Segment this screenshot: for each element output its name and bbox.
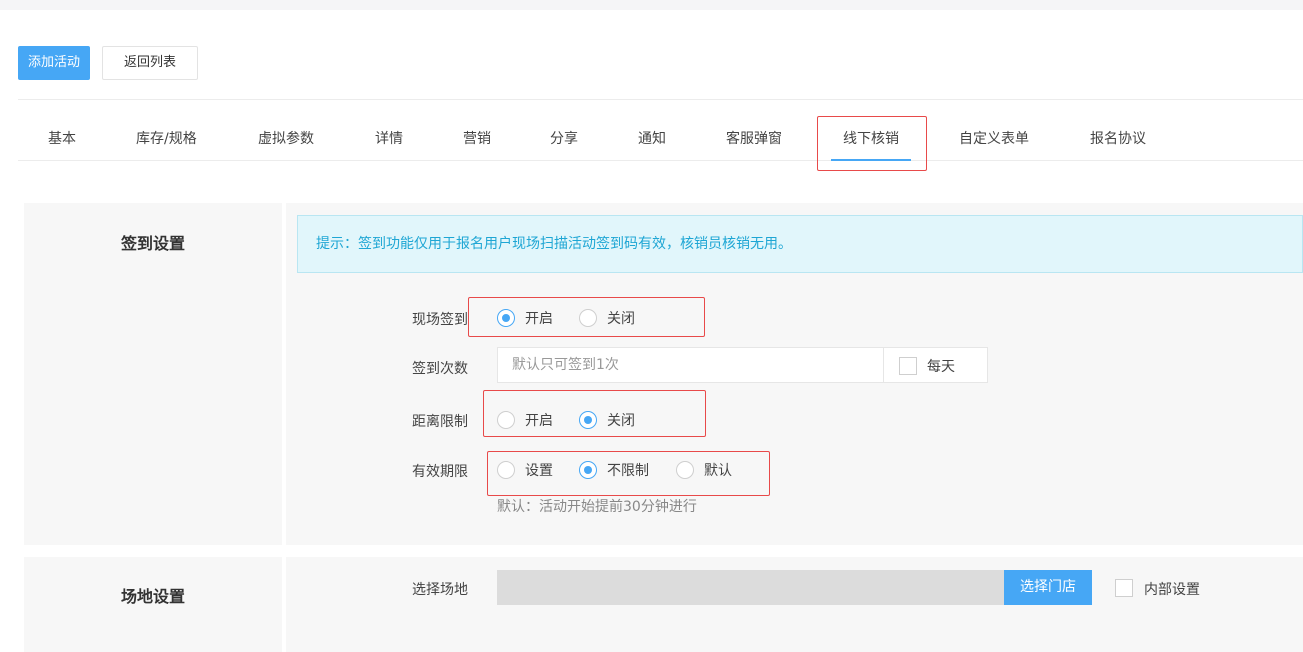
tab-agreement[interactable]: 报名协议 — [1090, 118, 1146, 160]
top-bar — [0, 0, 1303, 10]
venue-input[interactable] — [497, 570, 1005, 605]
distance-limit-label: 距离限制 — [412, 414, 468, 430]
tab-stock-spec[interactable]: 库存/规格 — [136, 118, 197, 160]
tab-notify[interactable]: 通知 — [638, 118, 666, 160]
tab-virtual-params[interactable]: 虚拟参数 — [258, 118, 314, 160]
checkin-tip: 提示：签到功能仅用于报名用户现场扫描活动签到码有效，核销员核销无用。 — [297, 215, 1303, 273]
tab-marketing[interactable]: 营销 — [463, 118, 491, 160]
active-tab-highlight — [817, 116, 927, 171]
checkin-count-input[interactable]: 默认只可签到1次 — [497, 347, 884, 383]
onsite-checkin-label: 现场签到 — [412, 312, 468, 328]
select-venue-label: 选择场地 — [412, 582, 468, 598]
tab-service-popup[interactable]: 客服弹窗 — [726, 118, 782, 160]
tab-share[interactable]: 分享 — [550, 118, 578, 160]
venue-section-label: 场地设置 — [24, 557, 282, 652]
tab-details[interactable]: 详情 — [375, 118, 403, 160]
daily-checkbox-box[interactable]: 每天 — [883, 347, 988, 383]
tab-basic[interactable]: 基本 — [48, 118, 76, 160]
internal-setting-label: 内部设置 — [1144, 582, 1200, 598]
select-store-button[interactable]: 选择门店 — [1004, 570, 1092, 605]
add-activity-button[interactable]: 添加活动 — [18, 46, 91, 80]
tab-bar: 基本 库存/规格 虚拟参数 详情 营销 分享 通知 客服弹窗 线下核销 自定义表… — [18, 118, 1303, 161]
daily-label: 每天 — [927, 359, 955, 375]
validity-label: 有效期限 — [412, 464, 468, 480]
onsite-highlight — [468, 297, 705, 337]
internal-setting-checkbox[interactable] — [1115, 579, 1133, 597]
toolbar-divider — [18, 99, 1303, 100]
validity-highlight — [487, 451, 770, 496]
tab-custom-form[interactable]: 自定义表单 — [959, 118, 1029, 160]
validity-hint: 默认：活动开始提前30分钟进行 — [497, 499, 697, 515]
checkin-section-label: 签到设置 — [24, 203, 282, 545]
back-to-list-button[interactable]: 返回列表 — [102, 46, 198, 80]
venue-section-title: 场地设置 — [120, 587, 185, 606]
distance-highlight — [483, 390, 706, 437]
checkin-section-title: 签到设置 — [120, 234, 185, 253]
daily-checkbox[interactable] — [899, 357, 917, 375]
checkin-count-label: 签到次数 — [412, 361, 468, 377]
